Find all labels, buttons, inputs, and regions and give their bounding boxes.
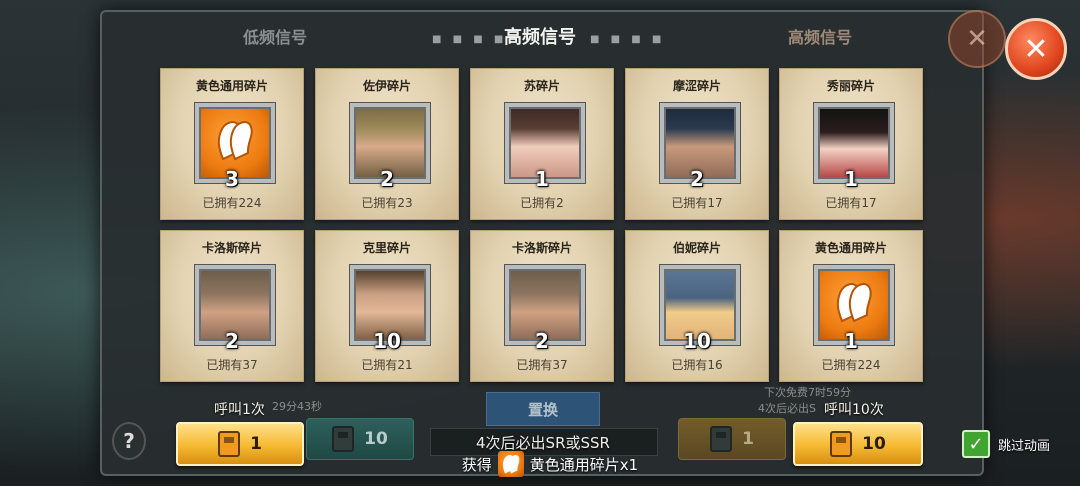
call-ten-cost: 10 (862, 434, 886, 454)
tab-high-frequency[interactable]: 高频信号 (720, 24, 920, 52)
call-once-cost: 1 (250, 434, 262, 454)
right-guarantee-text: 4次后必出S (758, 402, 816, 415)
next-free-timer: 下次免费7时59分 (764, 386, 851, 399)
result-card[interactable]: 伯妮碎片 10 已拥有16 (625, 230, 769, 382)
card-name: 苏碎片 (523, 79, 560, 93)
checkbox-icon[interactable]: ✓ (962, 430, 990, 458)
card-name: 黄色通用碎片 (195, 79, 268, 93)
card-owned: 已拥有37 (206, 358, 258, 372)
decor-dots-right: ■ ■ ■ ■ (590, 34, 666, 45)
help-icon: ? (123, 429, 135, 453)
call-ten-button[interactable]: 10 (793, 422, 923, 466)
radio-icon (710, 426, 733, 452)
card-owned: 已拥有17 (825, 196, 877, 210)
card-name: 克里碎片 (362, 241, 411, 255)
card-count: 1 (844, 167, 858, 191)
result-card[interactable]: 秀丽碎片 1 已拥有17 (779, 68, 923, 220)
reward-prefix: 获得 (461, 455, 492, 474)
call-ten-alt-cost: 10 (364, 429, 388, 449)
card-count: 3 (225, 167, 239, 191)
card-count: 2 (380, 167, 394, 191)
card-name: 伯妮碎片 (672, 241, 721, 255)
cooldown-timer: 29分43秒 (272, 400, 322, 413)
card-count: 10 (683, 329, 711, 353)
result-card[interactable]: 黄色通用碎片 1 已拥有224 (779, 230, 923, 382)
radio-icon (830, 431, 853, 457)
radio-icon (332, 426, 355, 452)
card-count: 2 (690, 167, 704, 191)
card-owned: 已拥有21 (361, 358, 413, 372)
card-count: 2 (535, 329, 549, 353)
card-name: 摩涩碎片 (672, 79, 721, 93)
result-card[interactable]: 克里碎片 10 已拥有21 (315, 230, 459, 382)
result-card[interactable]: 佐伊碎片 2 已拥有23 (315, 68, 459, 220)
call-ten-label: 呼叫10次 (824, 402, 884, 418)
radio-icon (218, 431, 241, 457)
reward-item: 黄色通用碎片x1 (529, 455, 639, 474)
card-count: 10 (373, 329, 401, 353)
card-name: 黄色通用碎片 (814, 241, 887, 255)
card-name: 秀丽碎片 (826, 79, 875, 93)
call-once-button[interactable]: 1 (176, 422, 304, 466)
card-name: 卡洛斯碎片 (511, 241, 572, 255)
card-name: 卡洛斯碎片 (201, 241, 262, 255)
replace-button[interactable]: 置换 (486, 392, 600, 426)
result-card[interactable]: 黄色通用碎片 3 已拥有224 (160, 68, 304, 220)
result-card[interactable]: 卡洛斯碎片 2 已拥有37 (470, 230, 614, 382)
card-owned: 已拥有16 (671, 358, 723, 372)
result-card[interactable]: 苏碎片 1 已拥有2 (470, 68, 614, 220)
result-card[interactable]: 卡洛斯碎片 2 已拥有37 (160, 230, 304, 382)
card-count: 1 (535, 167, 549, 191)
card-name: 佐伊碎片 (362, 79, 411, 93)
call-once-alt-cost: 1 (742, 429, 754, 449)
card-owned: 已拥有2 (520, 196, 564, 210)
close-button[interactable]: ✕ (1005, 18, 1067, 80)
card-owned: 已拥有23 (361, 196, 413, 210)
card-owned: 已拥有17 (671, 196, 723, 210)
call-ten-alt-button[interactable]: 10 (306, 418, 414, 460)
tab-low-frequency[interactable]: 低频信号 (175, 24, 375, 52)
card-owned: 已拥有224 (821, 358, 881, 372)
reward-line: 获得 黄色通用碎片x1 (400, 450, 700, 478)
card-owned: 已拥有37 (516, 358, 568, 372)
close-icon: ✕ (1023, 31, 1049, 67)
skip-animation-toggle[interactable]: ✓ 跳过动画 (962, 430, 1050, 458)
call-once-label: 呼叫1次 (214, 402, 265, 418)
skip-animation-label: 跳过动画 (998, 438, 1051, 454)
card-owned: 已拥有224 (202, 196, 262, 210)
help-button[interactable]: ? (112, 422, 146, 460)
fragment-icon (497, 451, 524, 477)
result-card[interactable]: 摩涩碎片 2 已拥有17 (625, 68, 769, 220)
card-count: 1 (844, 329, 858, 353)
card-count: 2 (225, 329, 239, 353)
close-icon-background: ✕ (948, 10, 1006, 68)
